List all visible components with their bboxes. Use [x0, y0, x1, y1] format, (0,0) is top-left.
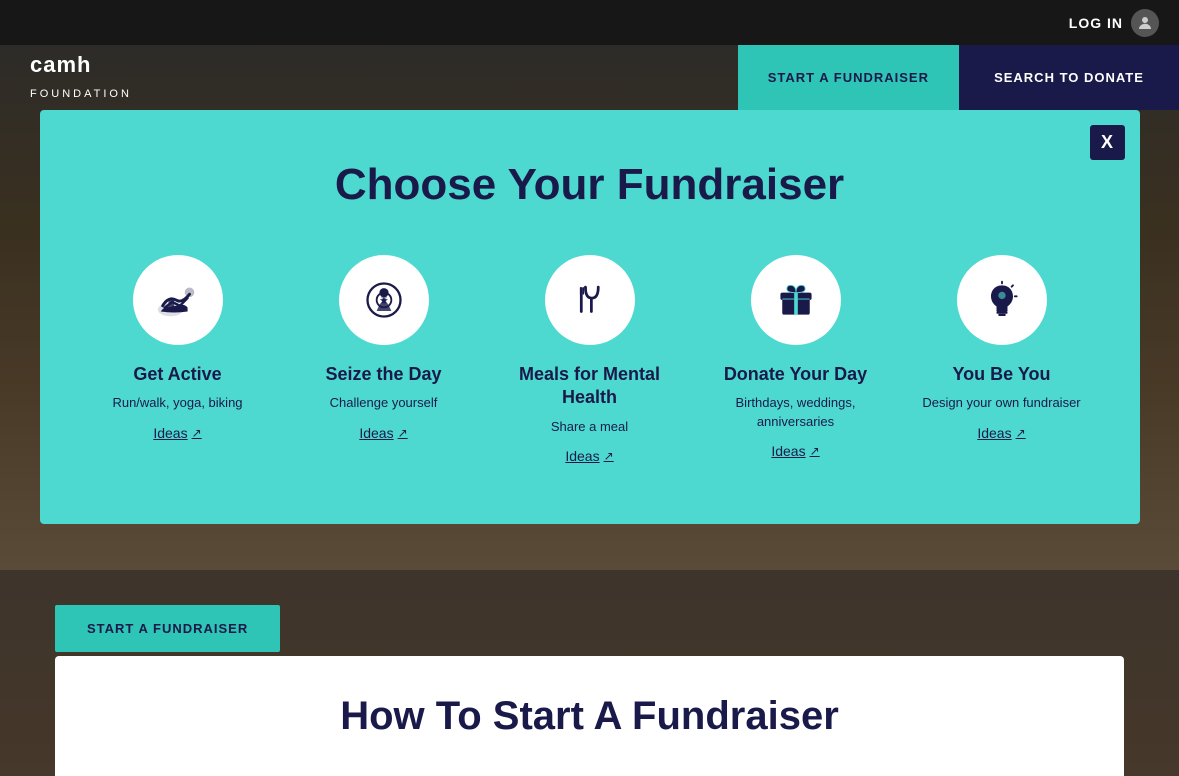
option-you-be-you: You Be You Design your own fundraiser Id…	[904, 255, 1100, 441]
nav-bar: camh FOUNDATION START A FUNDRAISER SEARC…	[0, 45, 1179, 110]
fundraiser-options: Get Active Run/walk, yoga, biking Ideas …	[80, 255, 1100, 464]
top-bar: LOG IN	[0, 0, 1179, 45]
svg-text:★: ★	[378, 296, 388, 306]
logo-text: camh FOUNDATION	[30, 53, 132, 101]
close-button[interactable]: X	[1090, 125, 1125, 160]
external-link-icon-2: ↗	[398, 426, 408, 440]
get-active-subtitle: Run/walk, yoga, biking	[112, 394, 242, 412]
logo[interactable]: camh FOUNDATION	[30, 53, 132, 101]
how-to-card: How To Start A Fundraiser	[55, 656, 1124, 776]
donate-day-subtitle: Birthdays, weddings, anniversaries	[698, 394, 894, 430]
start-fundraiser-nav-button[interactable]: START A FUNDRAISER	[738, 45, 959, 110]
external-link-icon-3: ↗	[604, 449, 614, 463]
meals-icon[interactable]	[545, 255, 635, 345]
external-link-icon: ↗	[192, 426, 202, 440]
bottom-section: START A FUNDRAISER How To Start A Fundra…	[0, 570, 1179, 776]
option-seize-the-day: ★ Seize the Day Challenge yourself Ideas…	[286, 255, 482, 441]
option-get-active: Get Active Run/walk, yoga, biking Ideas …	[80, 255, 276, 441]
seize-day-ideas-link[interactable]: Ideas ↗	[359, 425, 407, 441]
donate-day-ideas-link[interactable]: Ideas ↗	[771, 443, 819, 459]
you-be-you-ideas-link[interactable]: Ideas ↗	[977, 425, 1025, 441]
login-button[interactable]: LOG IN	[1069, 15, 1123, 31]
get-active-ideas-link[interactable]: Ideas ↗	[153, 425, 201, 441]
external-link-icon-4: ↗	[810, 444, 820, 458]
search-donate-nav-button[interactable]: SEARCH TO DONATE	[959, 45, 1179, 110]
choose-fundraiser-panel: X Choose Your Fundraiser Get Active Run/…	[40, 110, 1140, 524]
meals-title: Meals for Mental Health	[492, 363, 688, 410]
donate-day-icon[interactable]	[751, 255, 841, 345]
get-active-title: Get Active	[133, 363, 221, 386]
choose-title: Choose Your Fundraiser	[80, 160, 1100, 210]
donate-day-title: Donate Your Day	[724, 363, 867, 386]
meals-subtitle: Share a meal	[551, 418, 628, 436]
start-fundraiser-button[interactable]: START A FUNDRAISER	[55, 605, 280, 652]
top-bar-right: LOG IN	[1069, 9, 1159, 37]
user-icon[interactable]	[1131, 9, 1159, 37]
meals-ideas-link[interactable]: Ideas ↗	[565, 448, 613, 464]
external-link-icon-5: ↗	[1016, 426, 1026, 440]
nav-buttons: START A FUNDRAISER SEARCH TO DONATE	[738, 45, 1179, 110]
you-be-you-title: You Be You	[952, 363, 1050, 386]
you-be-you-subtitle: Design your own fundraiser	[922, 394, 1080, 412]
seize-day-title: Seize the Day	[325, 363, 441, 386]
seize-day-icon[interactable]: ★	[339, 255, 429, 345]
seize-day-subtitle: Challenge yourself	[330, 394, 438, 412]
get-active-icon[interactable]	[133, 255, 223, 345]
you-be-you-icon[interactable]	[957, 255, 1047, 345]
option-meals-mental-health: Meals for Mental Health Share a meal Ide…	[492, 255, 688, 464]
option-donate-your-day: Donate Your Day Birthdays, weddings, ann…	[698, 255, 894, 459]
logo-area: camh FOUNDATION	[0, 45, 738, 110]
how-to-title: How To Start A Fundraiser	[340, 694, 839, 739]
